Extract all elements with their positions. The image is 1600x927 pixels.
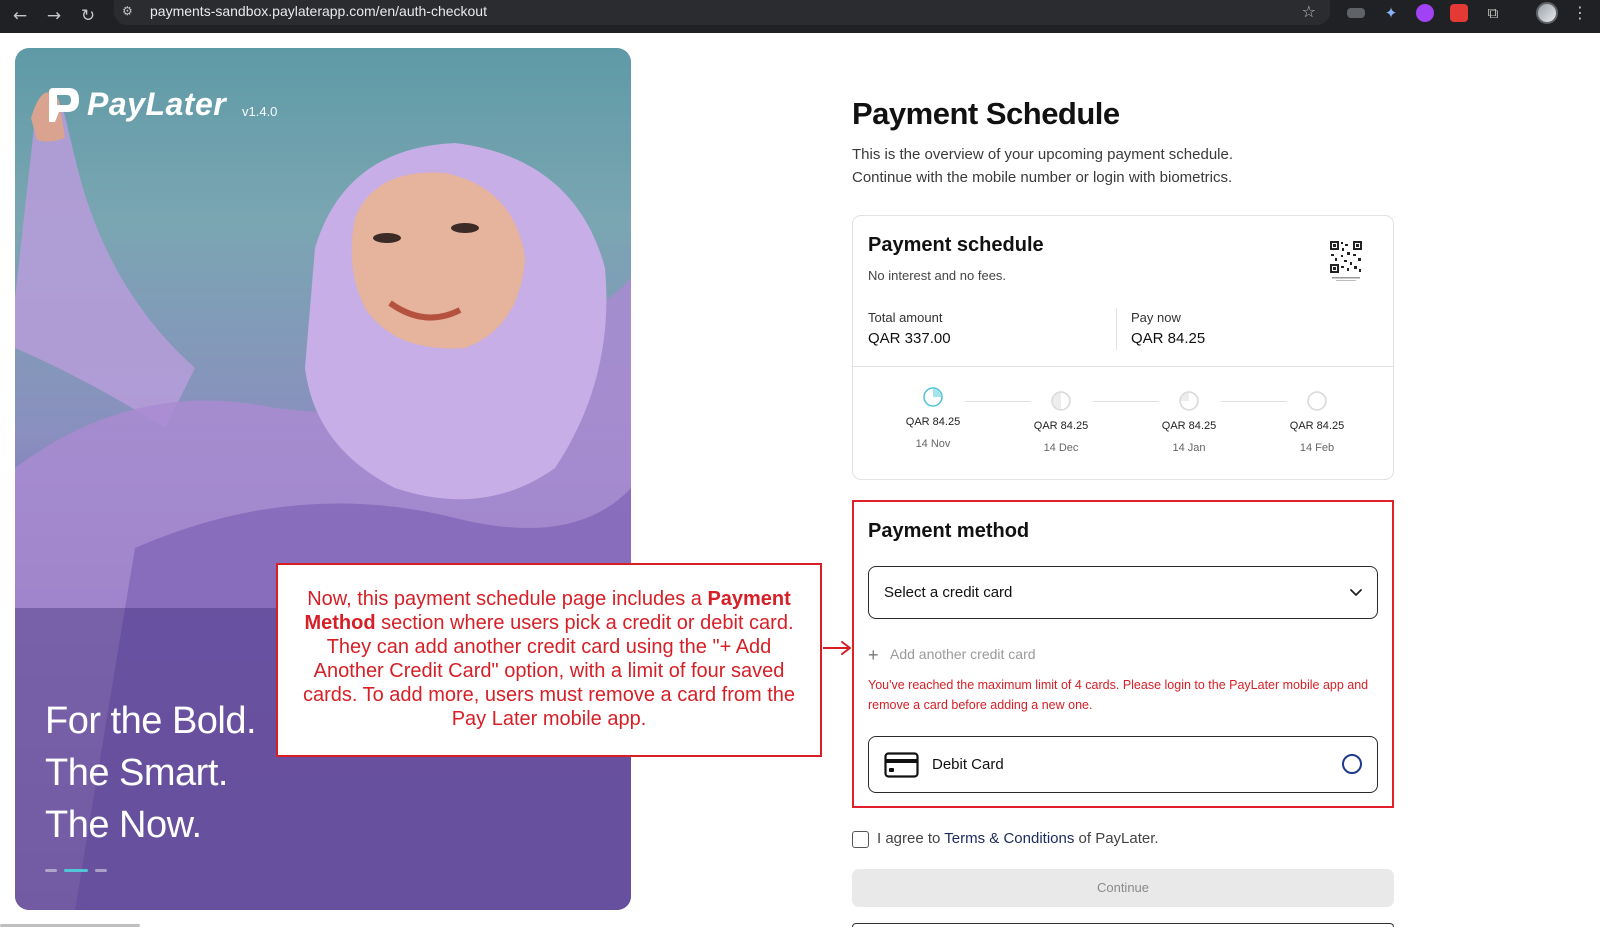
carousel-dot[interactable] <box>45 869 57 872</box>
installment-progress-icon <box>923 387 943 407</box>
annotation-text-before: Now, this payment schedule page includes… <box>307 588 702 610</box>
profile-avatar[interactable] <box>1536 2 1558 24</box>
app-version: v1.4.0 <box>242 104 278 119</box>
installment-amount: QAR 84.25 <box>1033 420 1089 432</box>
installment-amount: QAR 84.25 <box>1161 420 1217 432</box>
page-subtitle: This is the overview of your upcoming pa… <box>852 143 1233 189</box>
terms-prefix: I agree to <box>877 830 941 847</box>
carousel-dot[interactable] <box>95 869 107 872</box>
pay-now-label: Pay now <box>1131 310 1181 325</box>
terms-link[interactable]: Terms & Conditions <box>944 830 1074 847</box>
installment-amount: QAR 84.25 <box>1289 420 1345 432</box>
tagline-line: The Smart. <box>45 752 228 794</box>
installment-step: QAR 84.25 14 Dec <box>1021 390 1101 454</box>
total-amount-value: QAR 337.00 <box>868 330 951 347</box>
installment-progress-icon <box>1179 391 1199 411</box>
subtitle-line: This is the overview of your upcoming pa… <box>852 146 1234 163</box>
schedule-subtitle: No interest and no fees. <box>868 268 1007 283</box>
installment-amount: QAR 84.25 <box>905 416 961 428</box>
installment-date: 14 Feb <box>1299 442 1335 454</box>
total-amount: Total amount QAR 337.00 <box>868 310 951 347</box>
credit-card-select[interactable]: Select a credit card <box>868 566 1378 619</box>
payment-method-title: Payment method <box>868 520 1030 542</box>
schedule-title: Payment schedule <box>868 234 1044 256</box>
reload-icon[interactable]: ↻ <box>76 4 100 28</box>
terms-checkbox[interactable] <box>852 831 869 848</box>
installment-step: QAR 84.25 14 Nov <box>893 386 973 450</box>
address-bar[interactable]: ⚙ payments-sandbox.paylaterapp.com/en/au… <box>114 0 1330 25</box>
credit-card-select-value: Select a credit card <box>884 584 1013 601</box>
extension-icon[interactable] <box>1450 4 1468 22</box>
installment-date: 14 Nov <box>915 438 951 450</box>
chevron-down-icon <box>1350 589 1362 596</box>
annotation-text-after: section where users pick a credit or deb… <box>302 612 796 730</box>
card-limit-error: You've reached the maximum limit of 4 ca… <box>868 678 1369 712</box>
paylater-logo-icon <box>49 88 79 122</box>
installment-progress-icon <box>1307 391 1327 411</box>
forward-icon[interactable]: → <box>42 4 66 28</box>
site-settings-icon[interactable]: ⚙ <box>122 4 138 20</box>
qr-code-icon <box>1329 240 1363 281</box>
add-credit-card-label: Add another credit card <box>890 646 1036 662</box>
extension-icon[interactable] <box>1347 8 1365 18</box>
divider <box>1116 308 1117 350</box>
terms-text: I agree to Terms & Conditions of PayLate… <box>877 830 1159 847</box>
page-title: Payment Schedule <box>852 96 1120 131</box>
pay-now-amount: Pay now QAR 84.25 <box>1131 310 1205 347</box>
credit-card-icon <box>884 752 919 778</box>
installment-progress-fill <box>1308 393 1325 409</box>
extension-icon[interactable]: ✦ <box>1382 4 1400 22</box>
extensions-icon[interactable]: ⧉ <box>1484 4 1502 22</box>
menu-icon[interactable]: ⋮ <box>1572 3 1588 22</box>
back-icon[interactable]: ← <box>8 4 32 28</box>
add-credit-card-button[interactable]: + Add another credit card <box>868 645 1036 666</box>
debit-card-label: Debit Card <box>932 756 1004 773</box>
next-button-edge[interactable] <box>852 923 1394 927</box>
installment-step: QAR 84.25 14 Feb <box>1277 390 1357 454</box>
tagline-line: For the Bold. <box>45 700 257 742</box>
installment-progress-icon <box>1051 391 1071 411</box>
tagline-line: The Now. <box>45 804 202 846</box>
continue-button[interactable]: Continue <box>852 869 1394 907</box>
carousel-dot-active[interactable] <box>64 869 88 872</box>
browser-toolbar: ← → ↻ ⚙ payments-sandbox.paylaterapp.com… <box>0 0 1600 33</box>
pay-now-value: QAR 84.25 <box>1131 330 1206 347</box>
annotation-text: Now, this payment schedule page includes… <box>292 587 806 731</box>
bookmark-star-icon[interactable]: ☆ <box>1302 2 1316 21</box>
total-amount-label: Total amount <box>868 310 943 325</box>
continue-label: Continue <box>1096 880 1150 895</box>
installment-date: 14 Jan <box>1172 442 1206 454</box>
debit-card-radio[interactable] <box>1342 754 1362 774</box>
hero-banner: PayLater v1.4.0 For the Bold. The Smart.… <box>15 48 631 910</box>
subtitle-line: Continue with the mobile number or login… <box>852 169 1233 186</box>
debit-card-option[interactable]: Debit Card <box>868 736 1378 793</box>
payment-method-section: Payment method Select a credit card + Add… <box>852 500 1394 808</box>
installment-date: 14 Dec <box>1043 442 1079 454</box>
annotation-callout: Now, this payment schedule page includes… <box>276 563 822 757</box>
brand-name: PayLater <box>87 86 227 122</box>
terms-suffix: of PayLater. <box>1078 830 1159 847</box>
payment-schedule-card: Payment schedule No interest and no fees… <box>852 215 1394 480</box>
extension-icon[interactable] <box>1416 4 1434 22</box>
url-text[interactable]: payments-sandbox.paylaterapp.com/en/auth… <box>150 3 487 19</box>
plus-icon: + <box>868 645 879 665</box>
arrow-right-icon <box>823 641 851 655</box>
installment-step: QAR 84.25 14 Jan <box>1149 390 1229 454</box>
installment-timeline: QAR 84.25 14 Nov QAR 84.25 14 Dec QAR 84… <box>853 366 1393 481</box>
